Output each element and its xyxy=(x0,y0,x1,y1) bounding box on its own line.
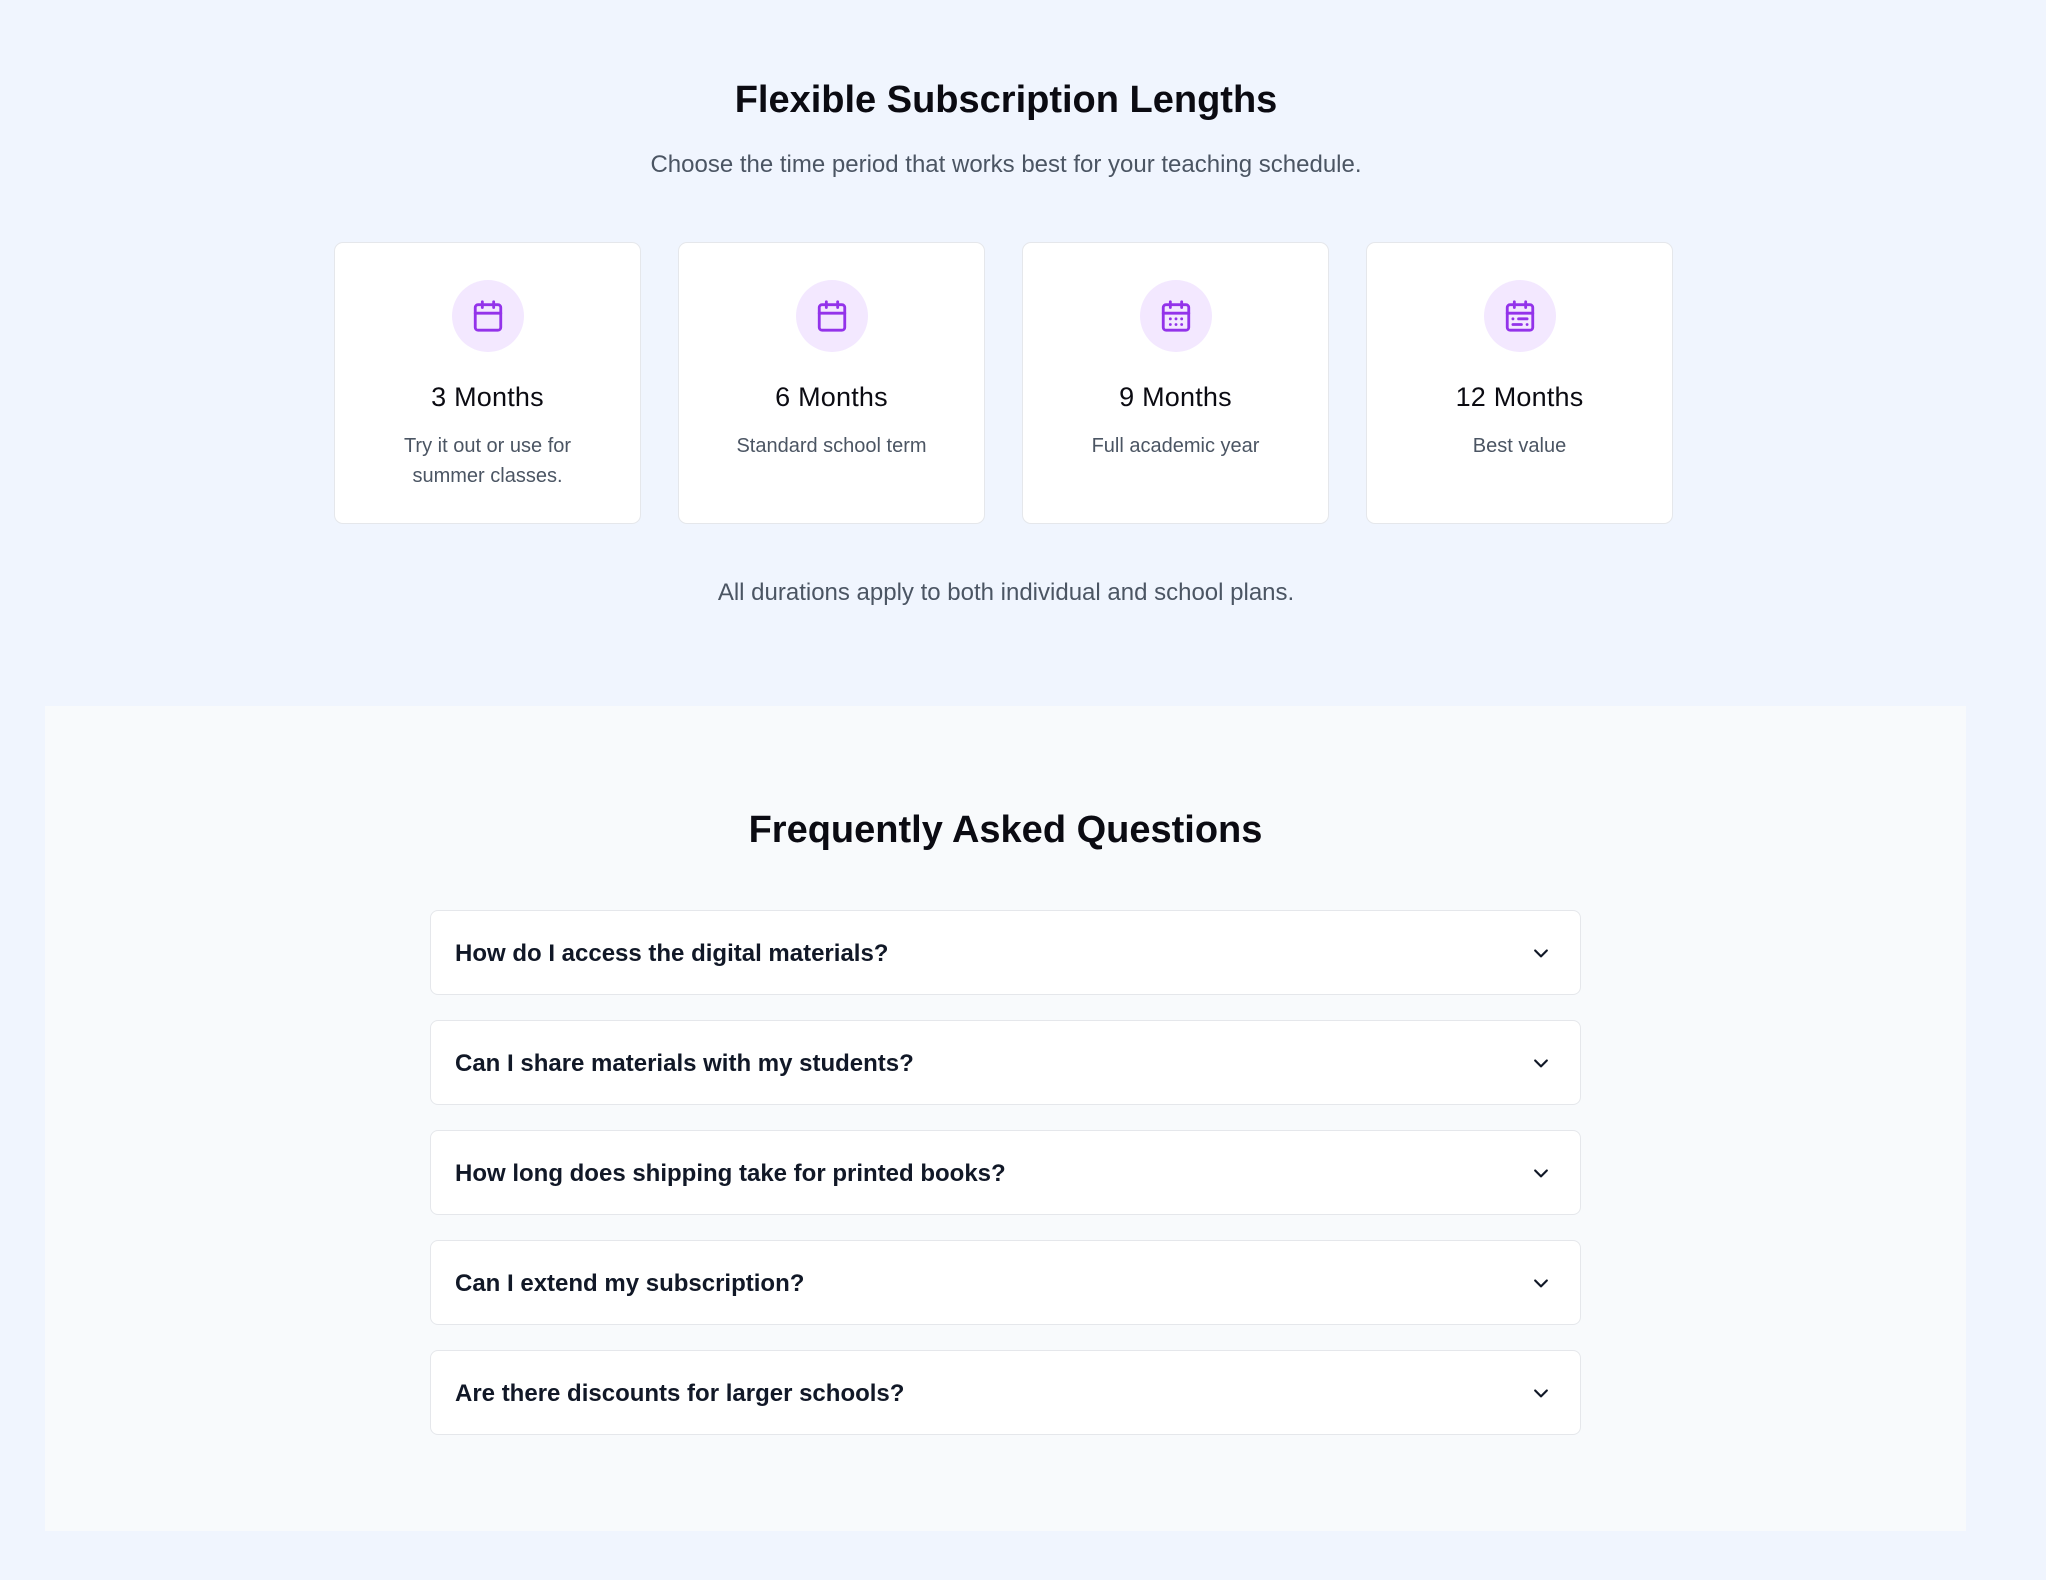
duration-description: Best value xyxy=(1472,435,1567,457)
calendar-days-icon xyxy=(1139,280,1212,352)
faq-item[interactable]: Can I share materials with my students? xyxy=(430,1020,1581,1105)
chevron-down-icon xyxy=(1534,1169,1548,1178)
faq-item[interactable]: How long does shipping take for printed … xyxy=(430,1130,1581,1215)
duration-title: 9 Months xyxy=(1119,382,1232,412)
duration-card-3-months: 3 Months Try it out or use for summer cl… xyxy=(334,242,641,524)
calendar-icon xyxy=(795,280,868,352)
faq-item[interactable]: How do I access the digital materials? xyxy=(430,910,1581,995)
faq-question: Can I extend my subscription? xyxy=(455,1270,805,1297)
faq-question: Can I share materials with my students? xyxy=(455,1050,914,1077)
section-subtitle: Choose the time period that works best f… xyxy=(650,151,1362,178)
duration-card-6-months: 6 Months Standard school term xyxy=(678,242,985,524)
chevron-down-icon xyxy=(1534,1279,1548,1288)
calendar-icon xyxy=(451,280,524,352)
duration-description: Full academic year xyxy=(1091,435,1260,457)
duration-cards: 3 Months Try it out or use for summer cl… xyxy=(334,242,1673,524)
faq-question: How do I access the digital materials? xyxy=(455,940,889,967)
calendar-range-icon xyxy=(1483,280,1556,352)
chevron-down-icon xyxy=(1534,1059,1548,1068)
duration-description: Standard school term xyxy=(736,435,927,457)
faq-item[interactable]: Can I extend my subscription? xyxy=(430,1240,1581,1325)
faq-item[interactable]: Are there discounts for larger schools? xyxy=(430,1350,1581,1435)
faq-list: How do I access the digital materials? C… xyxy=(430,910,1581,1460)
faq-section: Frequently Asked Questions How do I acce… xyxy=(45,706,1966,1531)
duration-card-12-months: 12 Months Best value xyxy=(1366,242,1673,524)
duration-card-9-months: 9 Months Full academic year xyxy=(1022,242,1329,524)
faq-title: Frequently Asked Questions xyxy=(748,809,1263,851)
duration-description: Try it out or use for summer classes. xyxy=(403,435,572,487)
subscription-lengths-section: Flexible Subscription Lengths Choose the… xyxy=(0,0,2012,700)
duration-title: 6 Months xyxy=(775,382,888,412)
chevron-down-icon xyxy=(1534,1389,1548,1398)
faq-question: How long does shipping take for printed … xyxy=(455,1160,1006,1187)
duration-title: 3 Months xyxy=(431,382,544,412)
faq-question: Are there discounts for larger schools? xyxy=(455,1380,905,1407)
chevron-down-icon xyxy=(1534,949,1548,958)
durations-note: All durations apply to both individual a… xyxy=(717,579,1295,606)
section-title: Flexible Subscription Lengths xyxy=(734,79,1278,121)
duration-title: 12 Months xyxy=(1455,382,1584,412)
